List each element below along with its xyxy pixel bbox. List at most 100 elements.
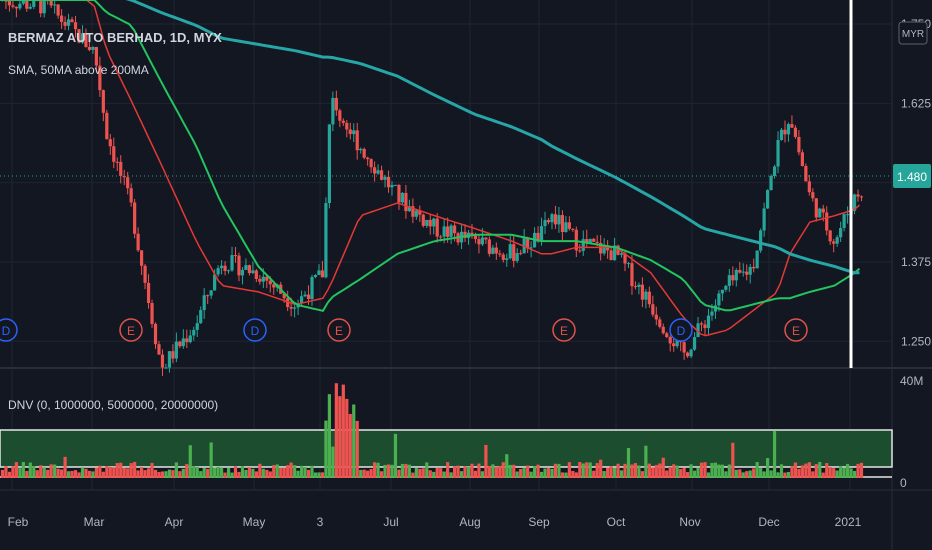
volume-bar (616, 463, 620, 478)
volume-bar (686, 472, 690, 478)
volume-bar (383, 464, 387, 478)
event-marker[interactable]: D (669, 318, 693, 342)
candle-body (550, 214, 554, 223)
candle-body (244, 265, 248, 270)
candle-body (25, 0, 29, 9)
time-tick-label: Dec (758, 515, 779, 529)
candle-body (487, 239, 491, 254)
candle-body (682, 342, 686, 353)
volume-bar (578, 462, 582, 478)
volume-bar (18, 468, 22, 478)
volume-bar (818, 461, 822, 478)
volume-bar (508, 464, 512, 478)
candle-body (505, 258, 509, 260)
event-marker[interactable]: E (784, 318, 808, 342)
candle-body (640, 284, 645, 300)
volume-bar (599, 459, 603, 478)
candle-body (39, 0, 43, 14)
volume-bar (293, 465, 297, 478)
volume-bar (400, 463, 405, 478)
volume-bar (519, 469, 523, 478)
candle-body (108, 139, 112, 147)
volume-bar (553, 463, 558, 478)
candle-body (153, 323, 158, 345)
volume-bar (859, 462, 864, 478)
candle-body (310, 276, 314, 300)
candle-body (564, 222, 568, 233)
candle-body (772, 166, 777, 176)
volume-bar (91, 471, 95, 478)
candle-body (839, 227, 843, 238)
volume-bar (630, 464, 634, 478)
candle-body (268, 280, 272, 285)
time-tick-label: Jul (383, 515, 398, 529)
volume-bar (108, 466, 112, 478)
candle-body (595, 241, 599, 243)
volume-bar (0, 469, 5, 478)
event-marker[interactable]: E (327, 318, 351, 342)
volume-bar (512, 464, 516, 478)
candle-body (480, 237, 485, 245)
volume-bar (254, 471, 258, 478)
volume-bar (442, 471, 446, 478)
time-tick-label: Feb (8, 515, 29, 529)
candle-body (49, 0, 53, 6)
volume-bar (390, 464, 394, 478)
volume-bar (654, 464, 658, 478)
candle-body (832, 241, 836, 244)
event-marker[interactable]: E (119, 318, 143, 342)
volume-bar (470, 463, 474, 478)
volume-bar (153, 469, 158, 478)
candle-body (452, 225, 457, 234)
candle-body (327, 124, 331, 204)
volume-bar (373, 462, 377, 478)
volume-bar (115, 463, 119, 478)
candle-body (821, 208, 825, 213)
volume-bar (546, 468, 551, 478)
candle-body (139, 250, 144, 266)
volume-bar (258, 463, 262, 478)
candle-body (706, 315, 711, 329)
candle-body (306, 294, 311, 300)
candle-body (126, 177, 130, 189)
chart-canvas[interactable]: DEDEEDE 1.7501.6251.5001.3751.250 1.480 … (0, 0, 932, 550)
event-marker[interactable]: D (0, 318, 18, 342)
volume-bar (32, 466, 36, 478)
event-marker[interactable]: E (552, 318, 576, 342)
volume-bar (560, 472, 565, 478)
volume-bar (692, 470, 697, 478)
volume-bar (776, 472, 780, 478)
candle-body (192, 329, 196, 336)
volume-bar (237, 471, 241, 478)
volume-high-zone (0, 429, 893, 468)
candle-body (254, 270, 258, 279)
candle-body (199, 310, 203, 324)
volume-bar (842, 467, 846, 478)
candle-body (136, 233, 140, 251)
candle-body (230, 255, 234, 271)
time-tick-label: Oct (607, 515, 626, 529)
volume-bar (303, 466, 307, 478)
candle-body (661, 326, 665, 334)
candle-body (150, 302, 154, 324)
volume-bar (407, 464, 411, 478)
volume-bar (146, 468, 151, 478)
candle-body (320, 270, 325, 278)
candle-body (233, 255, 238, 257)
candle-body (720, 289, 724, 294)
volume-bar (268, 471, 272, 478)
volume-bar (35, 470, 39, 478)
candle-body (87, 47, 92, 50)
svg-text:D: D (2, 324, 11, 338)
volume-bar (832, 468, 836, 478)
volume-bar (366, 470, 370, 478)
indicator-legend: SMA, 50MA above 200MA (8, 63, 149, 77)
candle-body (491, 247, 495, 254)
candle-body (352, 130, 356, 135)
candle-body (755, 250, 759, 269)
volume-bar (327, 394, 331, 478)
volume-bar (348, 413, 352, 478)
event-marker[interactable]: D (243, 318, 267, 342)
candle-body (804, 165, 808, 182)
volume-bar (213, 467, 217, 478)
